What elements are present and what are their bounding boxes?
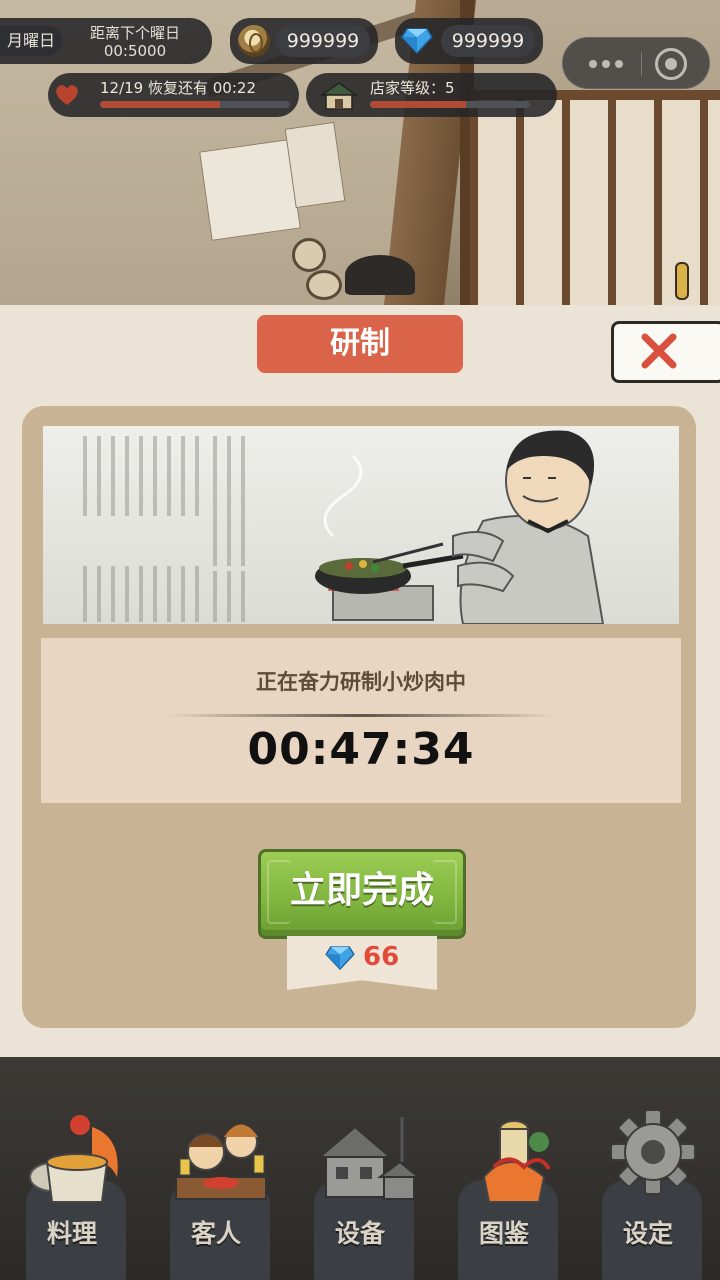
next-day-label: 距离下个曜日 <box>89 24 180 42</box>
finish-cost-ribbon: 66 <box>287 936 437 990</box>
heart-icon <box>56 85 78 105</box>
guests-icon <box>175 1124 267 1200</box>
chef-cooking-illustration <box>43 426 679 624</box>
plate-decor <box>292 238 326 272</box>
energy-panel: 12/19 恢复还有 00:22 <box>48 73 299 117</box>
house-icon <box>320 82 358 110</box>
coin-counter[interactable]: 999999 <box>230 18 378 64</box>
research-timer: 00:47:34 <box>247 724 475 775</box>
research-card: 正在奋力研制小炒肉中 00:47:34 立即完成 66 <box>22 406 696 1028</box>
miniprogram-capsule <box>562 37 710 89</box>
energy-text: 12/19 恢复还有 00:22 <box>100 79 256 97</box>
nav-item-equipment[interactable]: 设备 <box>288 1057 432 1280</box>
next-day-countdown: 00:5000 <box>103 42 167 60</box>
capsule-divider <box>641 52 642 76</box>
wall-notice <box>199 139 301 241</box>
research-status-text: 正在奋力研制小炒肉中 <box>256 670 466 694</box>
gem-counter[interactable]: 999999 <box>395 18 543 64</box>
shop-level-bar-fill <box>370 101 466 108</box>
nav-item-guests[interactable]: 客人 <box>144 1057 288 1280</box>
more-menu-button[interactable] <box>577 50 635 78</box>
exit-miniprogram-button[interactable] <box>655 48 687 80</box>
energy-bar-fill <box>100 101 220 108</box>
more-dots-icon <box>589 60 597 68</box>
bottom-navigation: 料理 客人 设备 图鉴 设定 <box>0 1057 720 1280</box>
more-dots-icon <box>615 60 623 68</box>
shop-level-text: 店家等级：5 <box>370 79 455 97</box>
weekday-panel: 月曜日 距离下个曜日 00:5000 <box>0 18 212 64</box>
nav-item-encyclopedia[interactable]: 图鉴 <box>432 1057 576 1280</box>
coin-value: 999999 <box>276 25 370 57</box>
nav-label-settings: 设定 <box>622 1219 673 1248</box>
panel-title: 研制 <box>257 315 463 373</box>
nav-label-cooking: 料理 <box>46 1219 97 1248</box>
gear-icon <box>610 1109 696 1195</box>
finish-cost-value: 66 <box>363 942 400 972</box>
close-button[interactable] <box>611 321 720 383</box>
equipment-icon <box>317 1117 420 1200</box>
cooking-icon <box>29 1115 118 1203</box>
energy-bar <box>100 101 290 108</box>
lamp-decor <box>675 262 689 300</box>
finish-now-button[interactable]: 立即完成 <box>258 849 466 939</box>
encyclopedia-icon <box>482 1120 551 1203</box>
close-icon <box>641 333 677 369</box>
nav-label-guests: 客人 <box>190 1219 241 1248</box>
gem-value: 999999 <box>441 25 535 57</box>
nav-label-encyclopedia: 图鉴 <box>478 1219 529 1248</box>
more-dots-icon <box>602 60 610 68</box>
nav-label-equipment: 设备 <box>334 1219 385 1248</box>
nav-item-cooking[interactable]: 料理 <box>0 1057 144 1280</box>
hat-decor <box>345 255 415 295</box>
plate-decor <box>306 270 342 300</box>
diamond-icon <box>325 946 355 970</box>
weekday-label: 月曜日 <box>0 26 62 56</box>
chef-cooking-art <box>83 430 605 624</box>
progress-box: 正在奋力研制小炒肉中 00:47:34 <box>41 638 681 803</box>
diamond-icon <box>401 28 433 54</box>
nav-item-settings[interactable]: 设定 <box>576 1057 720 1280</box>
coin-icon <box>238 25 270 57</box>
shop-level-bar <box>370 101 530 108</box>
research-panel: 研制 正在奋力研制小炒肉中 00:47:34 立即完成 66 <box>0 305 720 1057</box>
progress-divider <box>166 714 556 717</box>
shop-level-panel: 店家等级：5 <box>306 73 557 117</box>
